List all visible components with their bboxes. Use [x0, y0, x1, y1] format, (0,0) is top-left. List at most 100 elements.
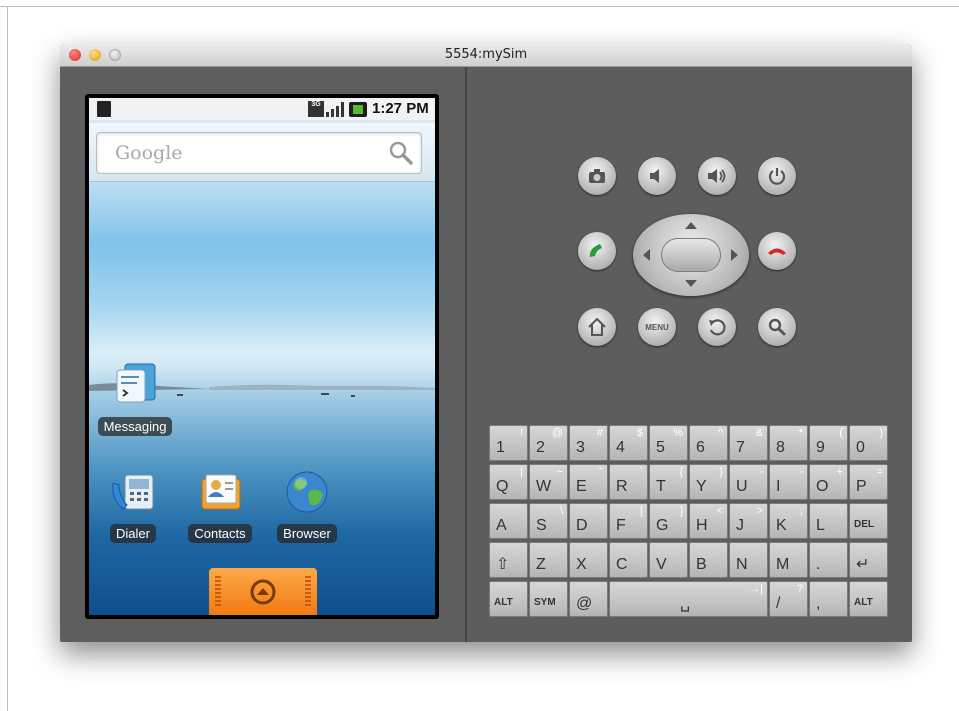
key-sym-3-9[interactable]: ↵ — [849, 542, 888, 578]
key-label: S — [536, 517, 547, 534]
contacts-icon — [201, 474, 241, 510]
key-alt-label: ^ — [717, 427, 723, 439]
key-alt-label: } — [719, 466, 723, 478]
key-i[interactable]: I- — [769, 464, 808, 500]
power-button[interactable] — [758, 157, 796, 195]
key-2[interactable]: 2 @ — [529, 425, 568, 461]
key-w[interactable]: W ~ — [529, 464, 568, 500]
dpad-center-button[interactable] — [661, 238, 721, 272]
key-a[interactable]: A — [489, 503, 528, 539]
back-button[interactable] — [698, 308, 736, 346]
end-call-button[interactable] — [758, 232, 796, 270]
key-bottom-1[interactable]: SYM — [529, 581, 568, 617]
dpad-right-arrow-icon[interactable] — [731, 249, 738, 261]
key-t[interactable]: T{ — [649, 464, 688, 500]
page-border-left — [7, 6, 8, 711]
key-label: H — [696, 517, 708, 534]
camera-icon — [589, 169, 605, 183]
key-bottom-4[interactable]: /? — [769, 581, 808, 617]
volume-down-button[interactable] — [638, 157, 676, 195]
key-9[interactable]: 9( — [809, 425, 848, 461]
dpad-up-arrow-icon[interactable] — [685, 222, 697, 229]
volume-up-button[interactable] — [698, 157, 736, 195]
dpad[interactable] — [633, 214, 749, 296]
key-alt-label: { — [679, 466, 683, 478]
key-c[interactable]: C — [609, 542, 648, 578]
key-del[interactable]: DEL — [849, 503, 888, 539]
key-label: 1 — [496, 439, 505, 456]
key-bottom-2[interactable]: @ — [569, 581, 608, 617]
key-alt-label: * — [798, 427, 803, 439]
network-type-icon: 3G — [308, 101, 324, 117]
key-alt-label: \ — [559, 505, 563, 517]
key-7[interactable]: 7 & — [729, 425, 768, 461]
key-alt-label: # — [596, 427, 603, 439]
signal-strength-icon — [326, 102, 344, 117]
key-sym-3-0[interactable]: ⇧ — [489, 542, 528, 578]
status-time: 1:27 PM — [372, 100, 429, 117]
key-z[interactable]: Z — [529, 542, 568, 578]
app-contacts[interactable]: Contacts — [185, 469, 255, 543]
camera-button[interactable] — [578, 157, 616, 195]
key-6[interactable]: 6 ^ — [689, 425, 728, 461]
title-bar[interactable]: 5554:mySim — [60, 44, 912, 67]
key-k[interactable]: K; — [769, 503, 808, 539]
key-u[interactable]: U- — [729, 464, 768, 500]
key-bottom-5[interactable]: , — [809, 581, 848, 617]
google-search-box[interactable]: Google — [96, 132, 422, 174]
key-b[interactable]: B — [689, 542, 728, 578]
search-icon[interactable] — [387, 139, 415, 167]
key-label: 0 — [856, 439, 865, 456]
key-label: 6 — [696, 439, 705, 456]
key-bottom-0[interactable]: ALT — [489, 581, 528, 617]
app-messaging[interactable]: Messaging — [95, 362, 175, 436]
key-f[interactable]: F[ — [609, 503, 648, 539]
key-label: L — [816, 517, 825, 534]
key-alt-label: & — [755, 427, 763, 439]
dpad-down-arrow-icon[interactable] — [685, 280, 697, 287]
key-bottom-6[interactable]: ALT — [849, 581, 888, 617]
home-button[interactable] — [578, 308, 616, 346]
key-e[interactable]: E " — [569, 464, 608, 500]
key-3[interactable]: 3 # — [569, 425, 608, 461]
key-h[interactable]: H < — [689, 503, 728, 539]
key-y[interactable]: Y} — [689, 464, 728, 500]
key-label: R — [616, 478, 628, 495]
key-label: 4 — [616, 439, 625, 456]
key-bottom-3[interactable]: ␣ →| — [609, 581, 768, 617]
key-0[interactable]: 0) — [849, 425, 888, 461]
status-bar: 3G 1:27 PM — [89, 98, 435, 120]
key-8[interactable]: 8 * — [769, 425, 808, 461]
dpad-left-arrow-icon[interactable] — [643, 249, 650, 261]
key-l[interactable]: L: — [809, 503, 848, 539]
key-alt-label: ? — [796, 583, 803, 595]
key-alt-label: ( — [839, 427, 843, 439]
key-o[interactable]: O + — [809, 464, 848, 500]
key-p[interactable]: P = — [849, 464, 888, 500]
app-dialer[interactable]: Dialer — [103, 469, 163, 543]
key-n[interactable]: N — [729, 542, 768, 578]
key-v[interactable]: V — [649, 542, 688, 578]
call-button[interactable] — [578, 232, 616, 270]
key-m[interactable]: M — [769, 542, 808, 578]
key-sym-3-8[interactable]: . — [809, 542, 848, 578]
key-j[interactable]: J > — [729, 503, 768, 539]
app-browser[interactable]: Browser — [272, 469, 342, 543]
key-label: Z — [536, 556, 546, 573]
key-alt-label: ; — [799, 505, 803, 517]
key-q[interactable]: Q | — [489, 464, 528, 500]
key-g[interactable]: G] — [649, 503, 688, 539]
menu-button[interactable]: MENU — [638, 308, 676, 346]
key-5[interactable]: 5% — [649, 425, 688, 461]
key-r[interactable]: R ` — [609, 464, 648, 500]
key-4[interactable]: 4 $ — [609, 425, 648, 461]
key-s[interactable]: S \ — [529, 503, 568, 539]
key-d[interactable]: D ' — [569, 503, 608, 539]
key-1[interactable]: 1! — [489, 425, 528, 461]
sim-card-icon — [97, 101, 111, 117]
key-x[interactable]: X — [569, 542, 608, 578]
key-label: D — [576, 517, 588, 534]
app-drawer-button[interactable] — [209, 568, 317, 615]
search-button[interactable] — [758, 308, 796, 346]
key-label: ↵ — [856, 556, 870, 573]
